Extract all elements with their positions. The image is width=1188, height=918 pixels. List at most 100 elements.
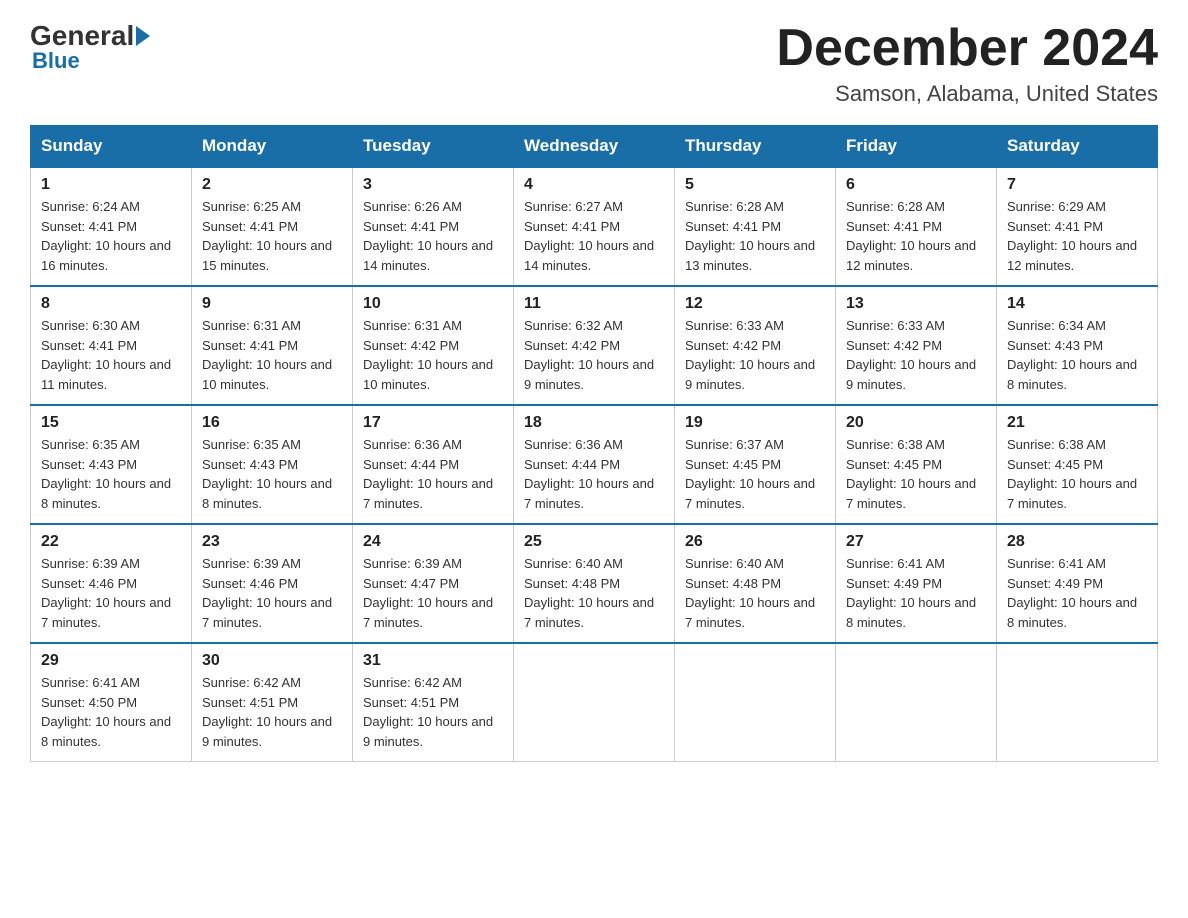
day-info: Sunrise: 6:39 AMSunset: 4:47 PMDaylight:… [363, 554, 503, 632]
day-info: Sunrise: 6:24 AMSunset: 4:41 PMDaylight:… [41, 197, 181, 275]
day-number: 3 [363, 176, 503, 194]
table-row: 24Sunrise: 6:39 AMSunset: 4:47 PMDayligh… [353, 524, 514, 643]
table-row: 3 Sunrise: 6:26 AMSunset: 4:41 PMDaylight… [353, 167, 514, 286]
header-thursday: Thursday [675, 126, 836, 168]
table-row: 7Sunrise: 6:29 AMSunset: 4:41 PMDaylight… [997, 167, 1158, 286]
calendar-week-row: 8 Sunrise: 6:30 AMSunset: 4:41 PMDaylight… [31, 286, 1158, 405]
table-row: 9 Sunrise: 6:31 AMSunset: 4:41 PMDaylight… [192, 286, 353, 405]
table-row: 6 Sunrise: 6:28 AMSunset: 4:41 PMDaylight… [836, 167, 997, 286]
table-row: 16 Sunrise: 6:35 AMSunset: 4:43 PMDayligh… [192, 405, 353, 524]
day-number: 20 [846, 414, 986, 432]
day-info: Sunrise: 6:33 AMSunset: 4:42 PMDaylight:… [685, 316, 825, 394]
day-number: 4 [524, 176, 664, 194]
table-row: 4 Sunrise: 6:27 AMSunset: 4:41 PMDaylight… [514, 167, 675, 286]
header-friday: Friday [836, 126, 997, 168]
day-number: 26 [685, 533, 825, 551]
header-sunday: Sunday [31, 126, 192, 168]
table-row: 14 Sunrise: 6:34 AMSunset: 4:43 PMDayligh… [997, 286, 1158, 405]
day-info: Sunrise: 6:41 AMSunset: 4:49 PMDaylight:… [846, 554, 986, 632]
table-row: 15Sunrise: 6:35 AMSunset: 4:43 PMDayligh… [31, 405, 192, 524]
day-info: Sunrise: 6:34 AMSunset: 4:43 PMDaylight:… [1007, 316, 1147, 394]
day-number: 10 [363, 295, 503, 313]
day-number: 29 [41, 652, 181, 670]
table-row [514, 643, 675, 762]
table-row: 2Sunrise: 6:25 AMSunset: 4:41 PMDaylight… [192, 167, 353, 286]
day-number: 25 [524, 533, 664, 551]
logo-arrow-icon [136, 26, 150, 46]
calendar-table: Sunday Monday Tuesday Wednesday Thursday… [30, 125, 1158, 762]
day-info: Sunrise: 6:39 AMSunset: 4:46 PMDaylight:… [41, 554, 181, 632]
day-info: Sunrise: 6:35 AMSunset: 4:43 PMDaylight:… [202, 435, 342, 513]
table-row: 1 Sunrise: 6:24 AMSunset: 4:41 PMDaylight… [31, 167, 192, 286]
table-row: 11 Sunrise: 6:32 AMSunset: 4:42 PMDayligh… [514, 286, 675, 405]
table-row: 21 Sunrise: 6:38 AMSunset: 4:45 PMDayligh… [997, 405, 1158, 524]
day-info: Sunrise: 6:41 AMSunset: 4:50 PMDaylight:… [41, 673, 181, 751]
page-header: General Blue December 2024 Samson, Alaba… [30, 20, 1158, 107]
day-info: Sunrise: 6:28 AMSunset: 4:41 PMDaylight:… [685, 197, 825, 275]
day-info: Sunrise: 6:40 AMSunset: 4:48 PMDaylight:… [524, 554, 664, 632]
day-number: 2 [202, 176, 342, 194]
day-number: 30 [202, 652, 342, 670]
day-info: Sunrise: 6:38 AMSunset: 4:45 PMDaylight:… [1007, 435, 1147, 513]
day-number: 13 [846, 295, 986, 313]
day-number: 11 [524, 295, 664, 313]
table-row: 26 Sunrise: 6:40 AMSunset: 4:48 PMDayligh… [675, 524, 836, 643]
month-title: December 2024 [776, 20, 1158, 77]
day-number: 16 [202, 414, 342, 432]
header-saturday: Saturday [997, 126, 1158, 168]
table-row: 12 Sunrise: 6:33 AMSunset: 4:42 PMDayligh… [675, 286, 836, 405]
day-number: 18 [524, 414, 664, 432]
day-info: Sunrise: 6:35 AMSunset: 4:43 PMDaylight:… [41, 435, 181, 513]
day-info: Sunrise: 6:42 AMSunset: 4:51 PMDaylight:… [202, 673, 342, 751]
table-row [675, 643, 836, 762]
table-row: 23Sunrise: 6:39 AMSunset: 4:46 PMDayligh… [192, 524, 353, 643]
day-info: Sunrise: 6:26 AMSunset: 4:41 PMDaylight:… [363, 197, 503, 275]
day-info: Sunrise: 6:42 AMSunset: 4:51 PMDaylight:… [363, 673, 503, 751]
day-number: 22 [41, 533, 181, 551]
table-row [836, 643, 997, 762]
day-info: Sunrise: 6:40 AMSunset: 4:48 PMDaylight:… [685, 554, 825, 632]
day-info: Sunrise: 6:36 AMSunset: 4:44 PMDaylight:… [363, 435, 503, 513]
table-row: 29 Sunrise: 6:41 AMSunset: 4:50 PMDayligh… [31, 643, 192, 762]
title-section: December 2024 Samson, Alabama, United St… [776, 20, 1158, 107]
header-wednesday: Wednesday [514, 126, 675, 168]
day-info: Sunrise: 6:36 AMSunset: 4:44 PMDaylight:… [524, 435, 664, 513]
day-info: Sunrise: 6:28 AMSunset: 4:41 PMDaylight:… [846, 197, 986, 275]
table-row: 30 Sunrise: 6:42 AMSunset: 4:51 PMDayligh… [192, 643, 353, 762]
table-row: 17Sunrise: 6:36 AMSunset: 4:44 PMDayligh… [353, 405, 514, 524]
logo-blue-text: Blue [32, 48, 80, 74]
table-row: 5Sunrise: 6:28 AMSunset: 4:41 PMDaylight… [675, 167, 836, 286]
day-info: Sunrise: 6:30 AMSunset: 4:41 PMDaylight:… [41, 316, 181, 394]
logo: General Blue [30, 20, 152, 74]
day-number: 7 [1007, 176, 1147, 194]
day-number: 19 [685, 414, 825, 432]
table-row: 25 Sunrise: 6:40 AMSunset: 4:48 PMDayligh… [514, 524, 675, 643]
day-number: 28 [1007, 533, 1147, 551]
day-number: 12 [685, 295, 825, 313]
calendar-header-row: Sunday Monday Tuesday Wednesday Thursday… [31, 126, 1158, 168]
day-info: Sunrise: 6:32 AMSunset: 4:42 PMDaylight:… [524, 316, 664, 394]
table-row [997, 643, 1158, 762]
day-number: 23 [202, 533, 342, 551]
table-row: 19Sunrise: 6:37 AMSunset: 4:45 PMDayligh… [675, 405, 836, 524]
day-number: 9 [202, 295, 342, 313]
table-row: 27 Sunrise: 6:41 AMSunset: 4:49 PMDayligh… [836, 524, 997, 643]
day-number: 8 [41, 295, 181, 313]
table-row: 31 Sunrise: 6:42 AMSunset: 4:51 PMDayligh… [353, 643, 514, 762]
header-tuesday: Tuesday [353, 126, 514, 168]
day-info: Sunrise: 6:31 AMSunset: 4:42 PMDaylight:… [363, 316, 503, 394]
day-number: 14 [1007, 295, 1147, 313]
header-monday: Monday [192, 126, 353, 168]
calendar-week-row: 15Sunrise: 6:35 AMSunset: 4:43 PMDayligh… [31, 405, 1158, 524]
day-number: 27 [846, 533, 986, 551]
day-number: 6 [846, 176, 986, 194]
day-info: Sunrise: 6:27 AMSunset: 4:41 PMDaylight:… [524, 197, 664, 275]
day-info: Sunrise: 6:41 AMSunset: 4:49 PMDaylight:… [1007, 554, 1147, 632]
table-row: 18 Sunrise: 6:36 AMSunset: 4:44 PMDayligh… [514, 405, 675, 524]
day-number: 1 [41, 176, 181, 194]
day-number: 31 [363, 652, 503, 670]
table-row: 13Sunrise: 6:33 AMSunset: 4:42 PMDayligh… [836, 286, 997, 405]
day-info: Sunrise: 6:31 AMSunset: 4:41 PMDaylight:… [202, 316, 342, 394]
calendar-week-row: 22 Sunrise: 6:39 AMSunset: 4:46 PMDayligh… [31, 524, 1158, 643]
day-number: 21 [1007, 414, 1147, 432]
